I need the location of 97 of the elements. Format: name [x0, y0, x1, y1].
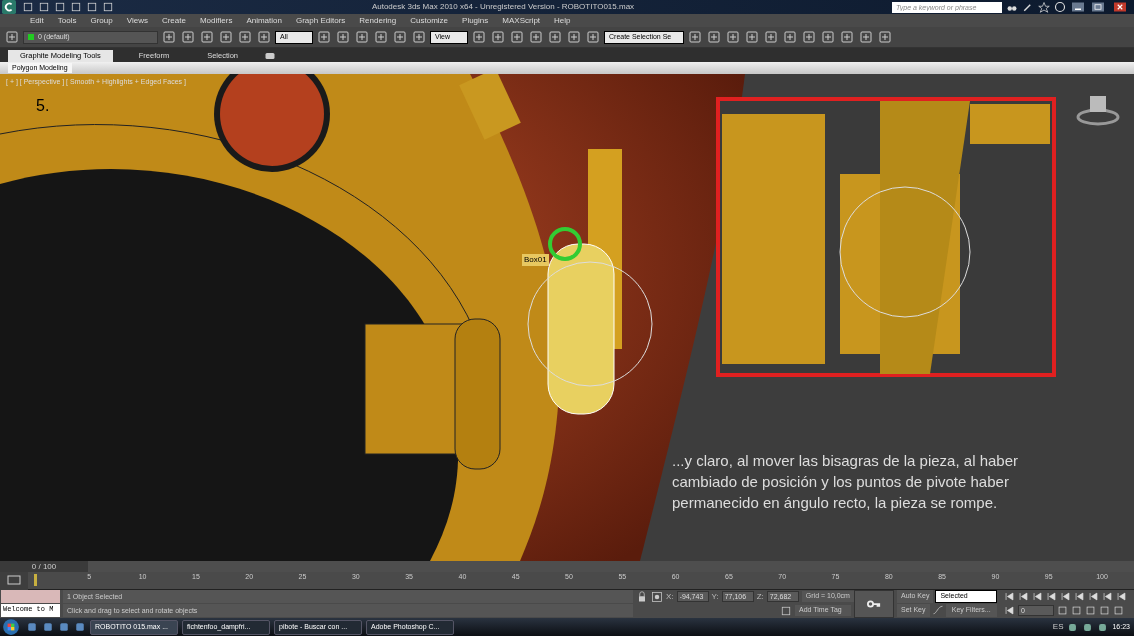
set-key-button[interactable] — [854, 590, 894, 618]
tool-icon[interactable] — [161, 29, 177, 45]
playback-icon[interactable] — [1088, 591, 1099, 602]
tool-icon[interactable] — [218, 29, 234, 45]
menu-item[interactable]: Animation — [246, 14, 282, 27]
tool-icon[interactable] — [4, 29, 20, 45]
quick-launch-icon[interactable] — [26, 621, 38, 633]
lock-icon[interactable] — [636, 590, 648, 603]
viewport-nav-icon[interactable] — [1085, 605, 1096, 616]
tray-icon[interactable] — [1082, 621, 1094, 633]
tool-icon[interactable] — [411, 29, 427, 45]
menu-item[interactable]: Views — [126, 14, 148, 27]
menu-item[interactable]: Edit — [30, 14, 44, 27]
minimize-icon[interactable] — [1070, 1, 1086, 13]
quick-access-icon[interactable] — [22, 1, 34, 13]
menu-item[interactable]: Rendering — [359, 14, 397, 27]
quick-access-icon[interactable] — [54, 1, 66, 13]
tool-icon[interactable] — [763, 29, 779, 45]
view-cube-icon[interactable] — [1076, 96, 1120, 126]
playback-icon[interactable] — [1046, 591, 1057, 602]
tool-icon[interactable] — [509, 29, 525, 45]
tool-icon[interactable] — [547, 29, 563, 45]
viewport-nav-icon[interactable] — [1113, 605, 1124, 616]
toggle-icon[interactable] — [264, 50, 277, 62]
menu-item[interactable]: Tools — [57, 14, 77, 27]
tool-icon[interactable] — [877, 29, 893, 45]
maximize-icon[interactable] — [1090, 1, 1106, 13]
start-button-icon[interactable] — [0, 618, 22, 636]
tool-icon[interactable] — [471, 29, 487, 45]
key-mode-icon[interactable] — [1004, 605, 1015, 616]
tool-icon[interactable] — [237, 29, 253, 45]
viewport-nav-icon[interactable] — [1071, 605, 1082, 616]
playback-icon[interactable] — [1032, 591, 1043, 602]
menu-item[interactable]: Group — [90, 14, 113, 27]
tool-icon[interactable] — [782, 29, 798, 45]
menu-item[interactable]: Plugins — [462, 14, 489, 27]
tool-icon[interactable] — [180, 29, 196, 45]
tool-icon[interactable] — [725, 29, 741, 45]
tool-icon[interactable] — [373, 29, 389, 45]
tool-icon[interactable] — [706, 29, 722, 45]
quick-access-icon[interactable] — [102, 1, 114, 13]
menu-item[interactable]: MAXScript — [502, 14, 541, 27]
tool-icon[interactable] — [392, 29, 408, 45]
axis-label: X: — [666, 590, 674, 603]
quick-access-icon[interactable] — [86, 1, 98, 13]
tool-icon[interactable] — [566, 29, 582, 45]
tool-icon[interactable] — [687, 29, 703, 45]
axis-label: Y: — [711, 590, 719, 603]
time-slider-track[interactable]: 0 / 100 — [0, 561, 1134, 572]
tool-icon[interactable] — [820, 29, 836, 45]
quick-launch-icon[interactable] — [42, 621, 54, 633]
tray-icon[interactable] — [1067, 621, 1079, 633]
language-indicator[interactable]: ES — [1052, 621, 1064, 633]
tool-icon[interactable] — [528, 29, 544, 45]
quick-launch-icon[interactable] — [74, 621, 86, 633]
object-label: Box01 — [522, 254, 549, 266]
viewport-nav-icon[interactable] — [1057, 605, 1068, 616]
axis-label: Z: — [756, 590, 764, 603]
transform-mode-icon[interactable] — [651, 590, 663, 603]
viewport-nav-icon[interactable] — [1099, 605, 1110, 616]
tray-icon[interactable] — [1097, 621, 1109, 633]
tool-icon[interactable] — [256, 29, 272, 45]
playback-icon[interactable] — [1004, 591, 1015, 602]
tool-icon[interactable] — [316, 29, 332, 45]
quick-access-icon[interactable] — [70, 1, 82, 13]
step-number: 5. — [36, 96, 50, 116]
tool-icon[interactable] — [801, 29, 817, 45]
playback-icon[interactable] — [1074, 591, 1085, 602]
tool-icon[interactable] — [744, 29, 760, 45]
time-slider-thumb[interactable]: 0 / 100 — [0, 561, 88, 572]
menu-item[interactable]: Create — [161, 14, 186, 27]
playback-icon[interactable] — [1018, 591, 1029, 602]
tangent-icon[interactable] — [931, 604, 944, 616]
star-icon[interactable] — [1038, 1, 1050, 13]
tool-icon[interactable] — [335, 29, 351, 45]
quick-launch-icon[interactable] — [58, 621, 70, 633]
menu-item[interactable]: Customize — [410, 14, 449, 27]
tool-icon[interactable] — [354, 29, 370, 45]
menu-item[interactable]: Help — [554, 14, 571, 27]
tool-icon[interactable] — [858, 29, 874, 45]
tool-icon[interactable] — [585, 29, 601, 45]
tool-icon[interactable] — [839, 29, 855, 45]
app-logo-icon[interactable] — [0, 0, 18, 14]
time-tag-icon[interactable] — [780, 604, 792, 617]
help-icon[interactable] — [1054, 1, 1066, 13]
tool-icon[interactable] — [199, 29, 215, 45]
quick-access-icon[interactable] — [38, 1, 50, 13]
caption-text: ...y claro, al mover las bisagras de la pieza, al haber cambiado de posición y los puntos de pivote haber permanecido en ángulo recto, la pieza se rompe. — [672, 451, 1019, 513]
playback-icon[interactable] — [1102, 591, 1113, 602]
window-title: Autodesk 3ds Max 2010 x64 - Unregistered Version - ROBOTITO015.max — [370, 1, 636, 13]
menu-item[interactable]: Graph Editors — [295, 14, 346, 27]
tool-icon[interactable] — [490, 29, 506, 45]
listener-field[interactable] — [1, 590, 60, 603]
menu-item[interactable]: Modifiers — [199, 14, 233, 27]
viewport[interactable] — [0, 74, 1134, 561]
playback-icon[interactable] — [1116, 591, 1127, 602]
playback-icon[interactable] — [1060, 591, 1071, 602]
